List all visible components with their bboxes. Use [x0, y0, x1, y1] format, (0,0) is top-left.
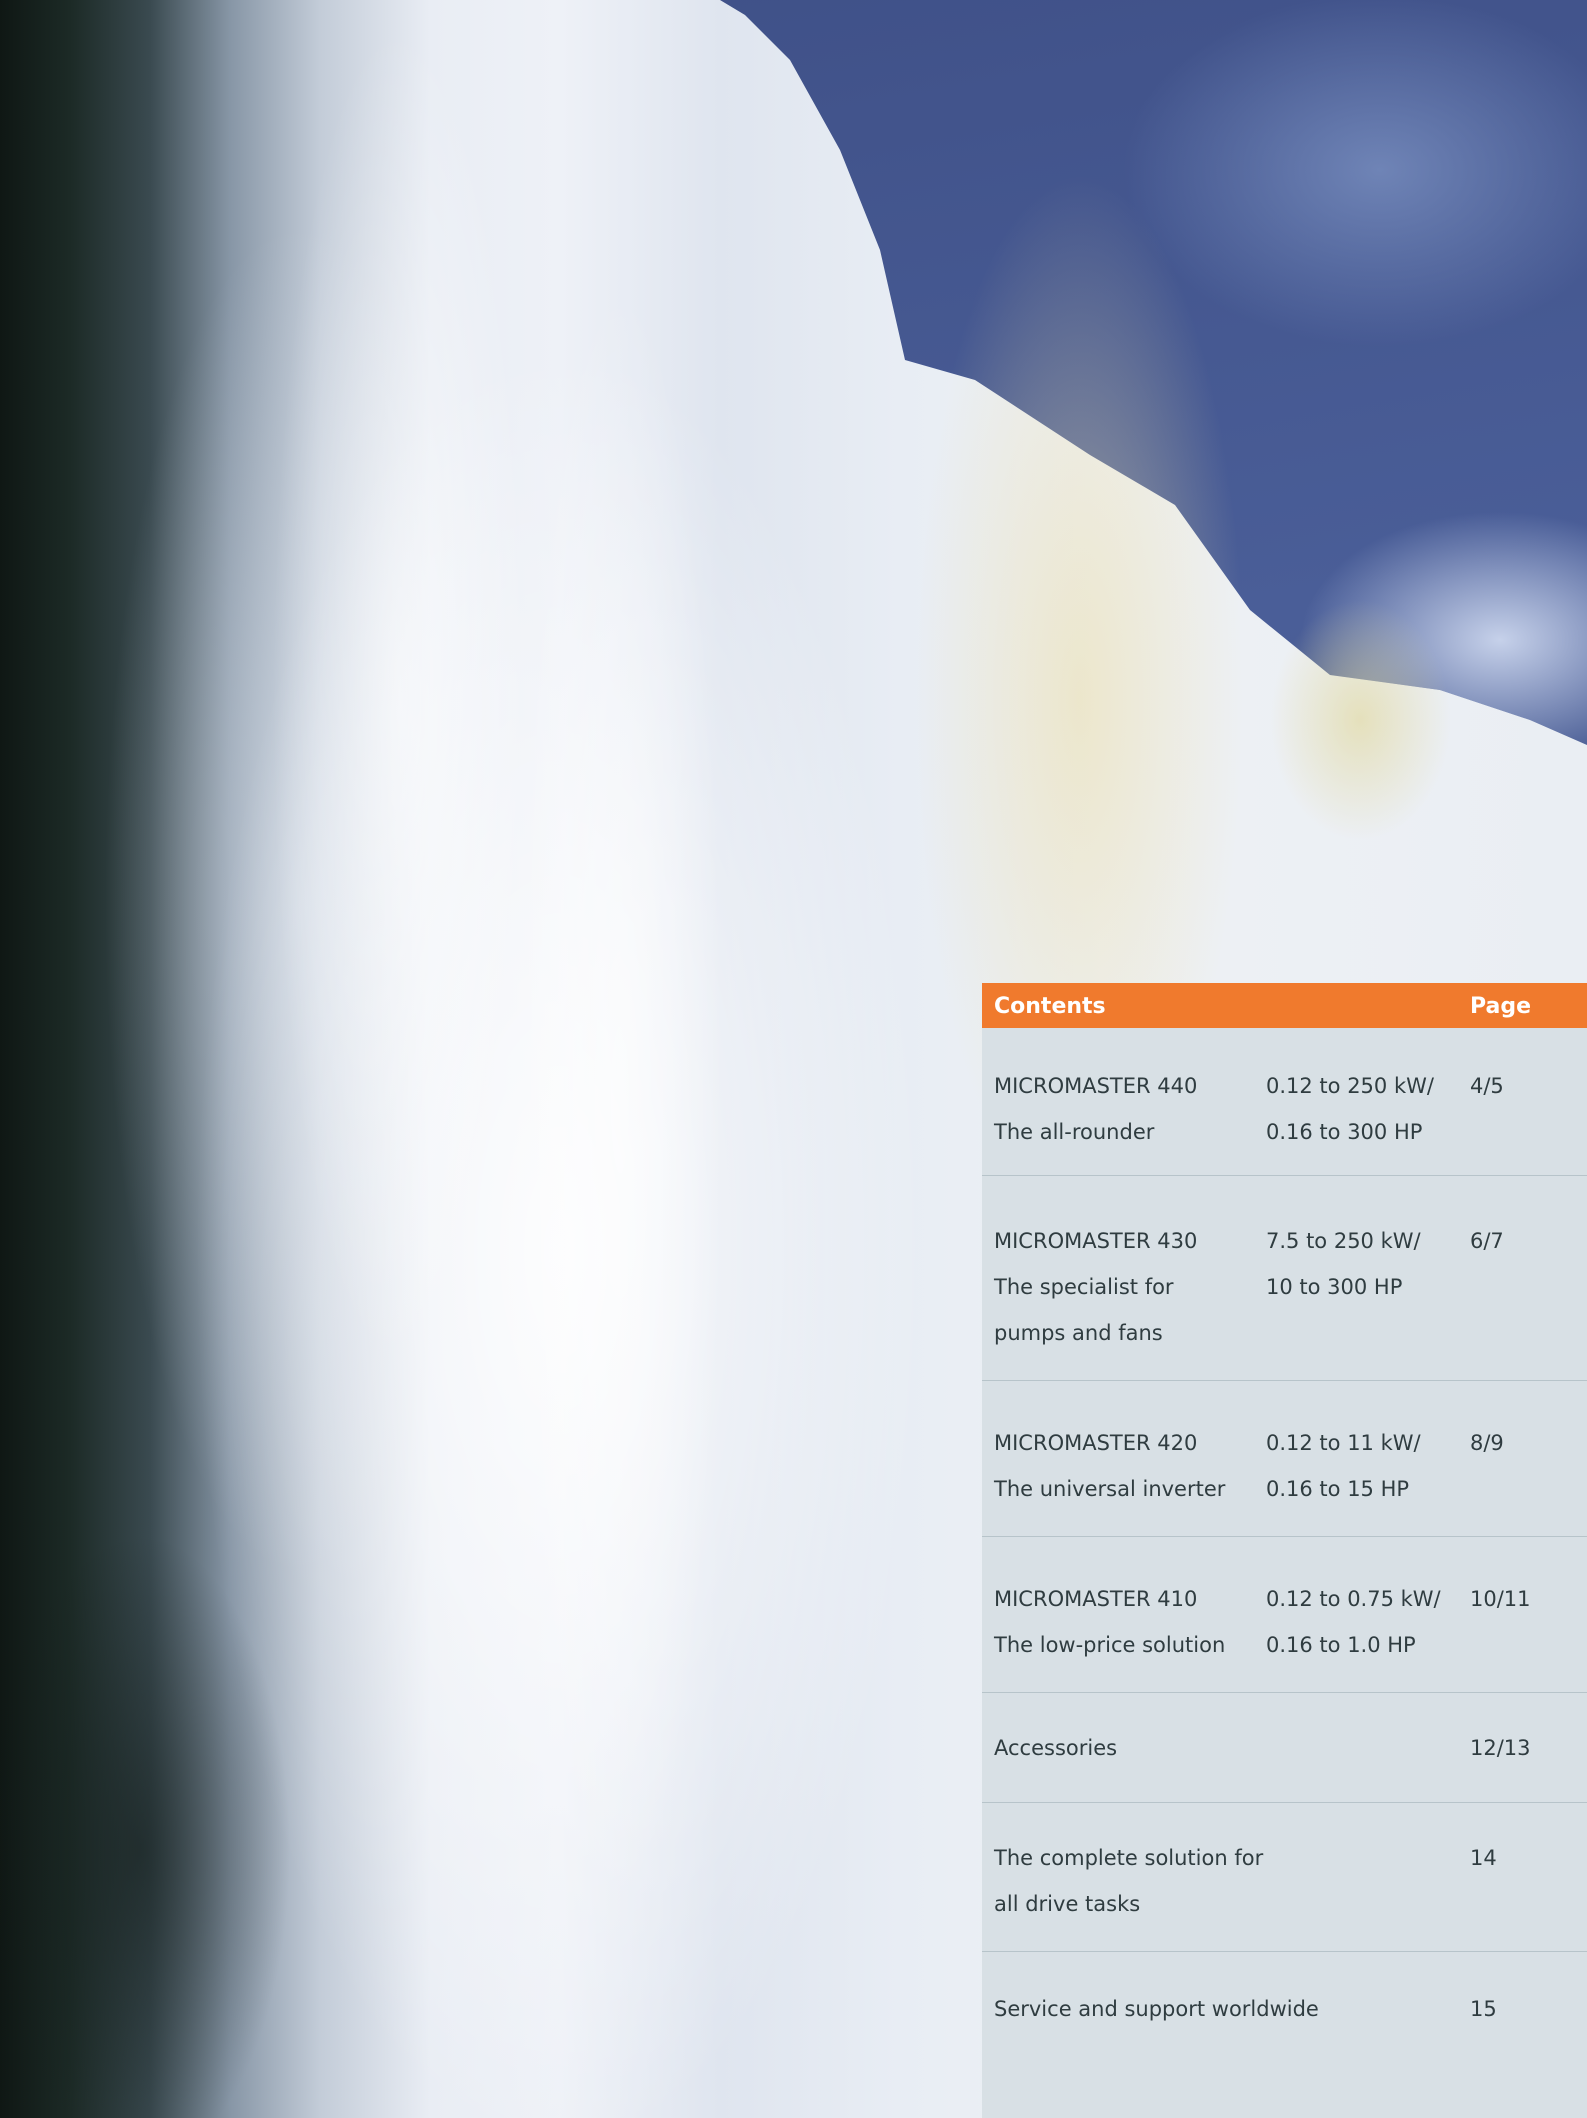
- entry-name: MICROMASTER 410 The low-price solution: [994, 1576, 1264, 1668]
- contents-entry-accessories: Accessories 12/13: [982, 1725, 1587, 1803]
- contents-title: Contents: [994, 994, 1106, 1019]
- entry-range: 7.5 to 250 kW/ 10 to 300 HP: [1266, 1218, 1466, 1310]
- entry-name: MICROMASTER 430 The specialist for pumps…: [994, 1218, 1264, 1356]
- entry-name: Accessories: [994, 1725, 1334, 1771]
- entry-name-line: MICROMASTER 430: [994, 1229, 1198, 1253]
- entry-name: Service and support worldwide: [994, 1986, 1334, 2032]
- contents-entry-micromaster-430: MICROMASTER 430 The specialist for pumps…: [982, 1218, 1587, 1381]
- entry-name-line: MICROMASTER 420: [994, 1431, 1198, 1455]
- contents-entry-complete-solution: The complete solution for all drive task…: [982, 1835, 1587, 1952]
- entry-name-line: all drive tasks: [994, 1892, 1141, 1916]
- entry-range-line: 0.16 to 15 HP: [1266, 1477, 1410, 1501]
- entry-name-line: The specialist for: [994, 1275, 1174, 1299]
- contents-entry-micromaster-440: MICROMASTER 440 The all-rounder 0.12 to …: [982, 1063, 1587, 1176]
- entry-name-line: The universal inverter: [994, 1477, 1226, 1501]
- entry-range: 0.12 to 0.75 kW/ 0.16 to 1.0 HP: [1266, 1576, 1466, 1668]
- entry-range-line: 0.12 to 11 kW/: [1266, 1431, 1421, 1455]
- entry-name: MICROMASTER 420 The universal inverter: [994, 1420, 1264, 1512]
- entry-name-line: pumps and fans: [994, 1321, 1163, 1345]
- entry-page: 6/7: [1470, 1229, 1504, 1253]
- entry-name: The complete solution for all drive task…: [994, 1835, 1334, 1927]
- page-column-heading: Page: [1470, 994, 1532, 1019]
- entry-page: 14: [1470, 1846, 1497, 1870]
- entry-range-line: 0.16 to 300 HP: [1266, 1120, 1423, 1144]
- entry-name-line: The all-rounder: [994, 1120, 1155, 1144]
- entry-range: 0.12 to 250 kW/ 0.16 to 300 HP: [1266, 1063, 1466, 1155]
- entry-page: 12/13: [1470, 1736, 1531, 1760]
- entry-name-line: The complete solution for: [994, 1846, 1264, 1870]
- entry-range-line: 0.12 to 250 kW/: [1266, 1074, 1434, 1098]
- contents-panel: Contents Page MICROMASTER 440 The all-ro…: [982, 983, 1587, 2118]
- entry-range-line: 10 to 300 HP: [1266, 1275, 1403, 1299]
- entry-page: 8/9: [1470, 1431, 1504, 1455]
- entry-page: 4/5: [1470, 1074, 1504, 1098]
- entry-name-line: Accessories: [994, 1736, 1118, 1760]
- entry-range-line: 0.12 to 0.75 kW/: [1266, 1587, 1441, 1611]
- entry-page: 15: [1470, 1997, 1497, 2021]
- entry-page: 10/11: [1470, 1587, 1531, 1611]
- entry-range: 0.12 to 11 kW/ 0.16 to 15 HP: [1266, 1420, 1466, 1512]
- entry-name-line: MICROMASTER 440: [994, 1074, 1198, 1098]
- entry-name-line: MICROMASTER 410: [994, 1587, 1198, 1611]
- contents-entry-micromaster-410: MICROMASTER 410 The low-price solution 0…: [982, 1576, 1587, 1693]
- contents-header: Contents Page: [982, 983, 1587, 1028]
- entry-name: MICROMASTER 440 The all-rounder: [994, 1063, 1264, 1155]
- entry-range-line: 7.5 to 250 kW/: [1266, 1229, 1421, 1253]
- contents-entry-micromaster-420: MICROMASTER 420 The universal inverter 0…: [982, 1420, 1587, 1537]
- entry-name-line: Service and support worldwide: [994, 1997, 1319, 2021]
- entry-name-line: The low-price solution: [994, 1633, 1226, 1657]
- entry-range-line: 0.16 to 1.0 HP: [1266, 1633, 1416, 1657]
- contents-entry-service-support: Service and support worldwide 15: [982, 1986, 1587, 2046]
